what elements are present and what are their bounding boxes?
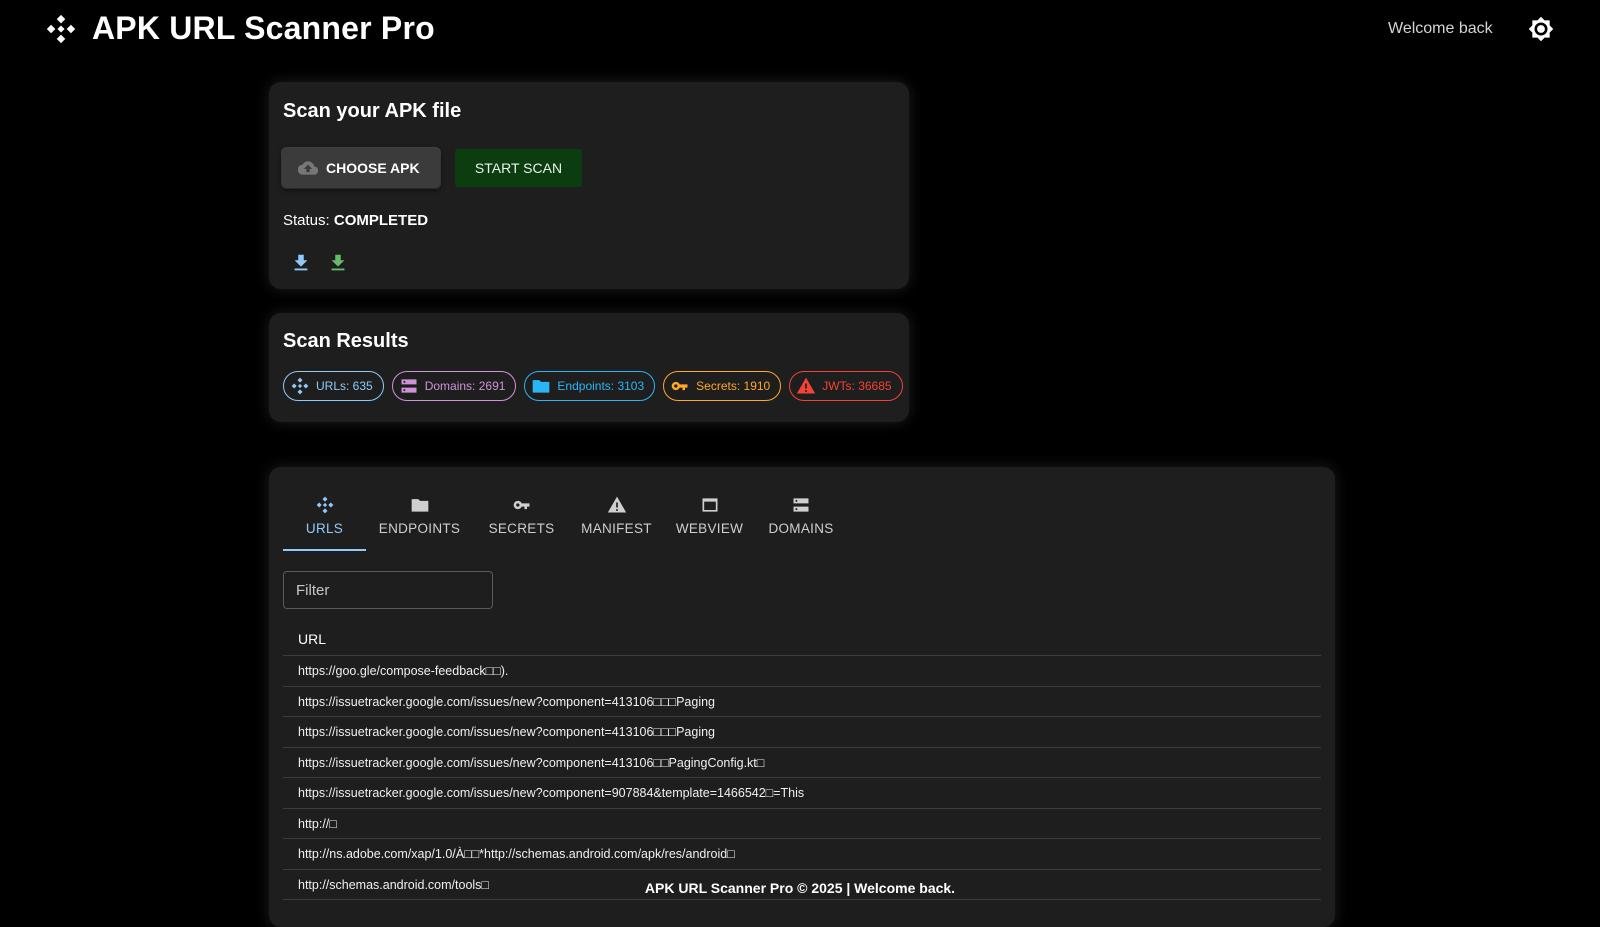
tab-label: URLS [305, 521, 344, 536]
chip-label: JWTs: 36685 [822, 379, 892, 393]
tab-bar: URLS ENDPOINTS SECRETS MANIFEST WEBVIEW DOMAI… [283, 485, 846, 551]
chip-label: Endpoints: 3103 [557, 379, 645, 393]
table-row[interactable]: https://issuetracker.google.com/issues/n… [283, 778, 1321, 809]
tab-manifest[interactable]: MANIFEST [570, 485, 663, 551]
window-icon [700, 495, 720, 515]
result-chip[interactable]: Secrets: 1910 [663, 371, 782, 401]
folder-icon [531, 376, 551, 396]
results-card: Scan Results URLs: 635 Domains: 2691 Endpo… [269, 313, 909, 422]
table-row[interactable]: https://issuetracker.google.com/issues/n… [283, 748, 1321, 778]
upload-heading: Scan your APK file [283, 100, 462, 122]
result-chip[interactable]: Endpoints: 3103 [524, 371, 656, 401]
hub-icon [44, 12, 78, 46]
status-label: Status: [283, 212, 330, 229]
upload-card: Scan your APK file CHOOSE APK START SCAN… [269, 82, 909, 289]
tab-label: DOMAINS [768, 521, 834, 536]
choose-apk-label: CHOOSE APK [326, 160, 420, 176]
storage-icon [399, 376, 419, 396]
table-row[interactable]: https://goo.gle/compose-feedback□□). [283, 656, 1321, 687]
results-table-card: URLS ENDPOINTS SECRETS MANIFEST WEBVIEW DOMAI… [269, 467, 1335, 927]
filter-input[interactable] [283, 571, 493, 609]
chip-label: Secrets: 1910 [696, 379, 771, 393]
result-chip[interactable]: Domains: 2691 [391, 371, 517, 401]
result-chip[interactable]: JWTs: 36685 [789, 371, 903, 401]
url-table: URL https://goo.gle/compose-feedback□□).… [283, 622, 1321, 900]
start-scan-button[interactable]: START SCAN [455, 149, 582, 187]
brightness-icon[interactable] [1528, 16, 1554, 42]
warning-icon [607, 495, 627, 515]
chip-label: Domains: 2691 [424, 379, 506, 393]
welcome-text: Welcome back [1388, 20, 1493, 37]
tab-domains[interactable]: DOMAINS [756, 485, 846, 551]
storage-icon [791, 495, 811, 515]
status-value: COMPLETED [333, 212, 429, 229]
result-chips: URLs: 635 Domains: 2691 Endpoints: 3103 Sec… [283, 371, 911, 401]
hub-icon [290, 376, 310, 396]
table-header-url: URL [283, 622, 1321, 656]
tab-label: ENDPOINTS [378, 521, 461, 536]
result-chip[interactable]: URLs: 635 [283, 371, 384, 401]
tab-webview[interactable]: WEBVIEW [663, 485, 756, 551]
hub-icon [315, 495, 335, 515]
key-icon [670, 376, 690, 396]
tab-label: WEBVIEW [675, 521, 744, 536]
footer: APK URL Scanner Pro © 2025 | Welcome bac… [644, 880, 956, 896]
cloud-upload-icon [298, 161, 318, 175]
warning-icon [796, 376, 816, 396]
table-row[interactable]: https://issuetracker.google.com/issues/n… [283, 687, 1321, 717]
results-heading: Scan Results [283, 330, 409, 352]
download-icon-green[interactable] [327, 252, 349, 274]
scan-status: Status: COMPLETED [283, 212, 428, 229]
top-bar: APK URL Scanner Pro Welcome back [0, 0, 1600, 60]
folder-icon [410, 495, 430, 515]
table-row[interactable]: http://ns.adobe.com/xap/1.0/À□□*http://s… [283, 839, 1321, 870]
table-row[interactable]: http://□ [283, 809, 1321, 839]
tab-secrets[interactable]: SECRETS [473, 485, 570, 551]
table-row[interactable]: https://issuetracker.google.com/issues/n… [283, 717, 1321, 748]
key-icon [512, 495, 532, 515]
tab-label: SECRETS [488, 521, 555, 536]
tab-urls[interactable]: URLS [283, 485, 366, 551]
app-title: APK URL Scanner Pro [92, 10, 435, 46]
chip-label: URLs: 635 [316, 379, 373, 393]
tab-endpoints[interactable]: ENDPOINTS [366, 485, 473, 551]
choose-apk-button[interactable]: CHOOSE APK [282, 148, 440, 188]
download-icon-blue[interactable] [290, 252, 312, 274]
tab-label: MANIFEST [581, 521, 652, 536]
